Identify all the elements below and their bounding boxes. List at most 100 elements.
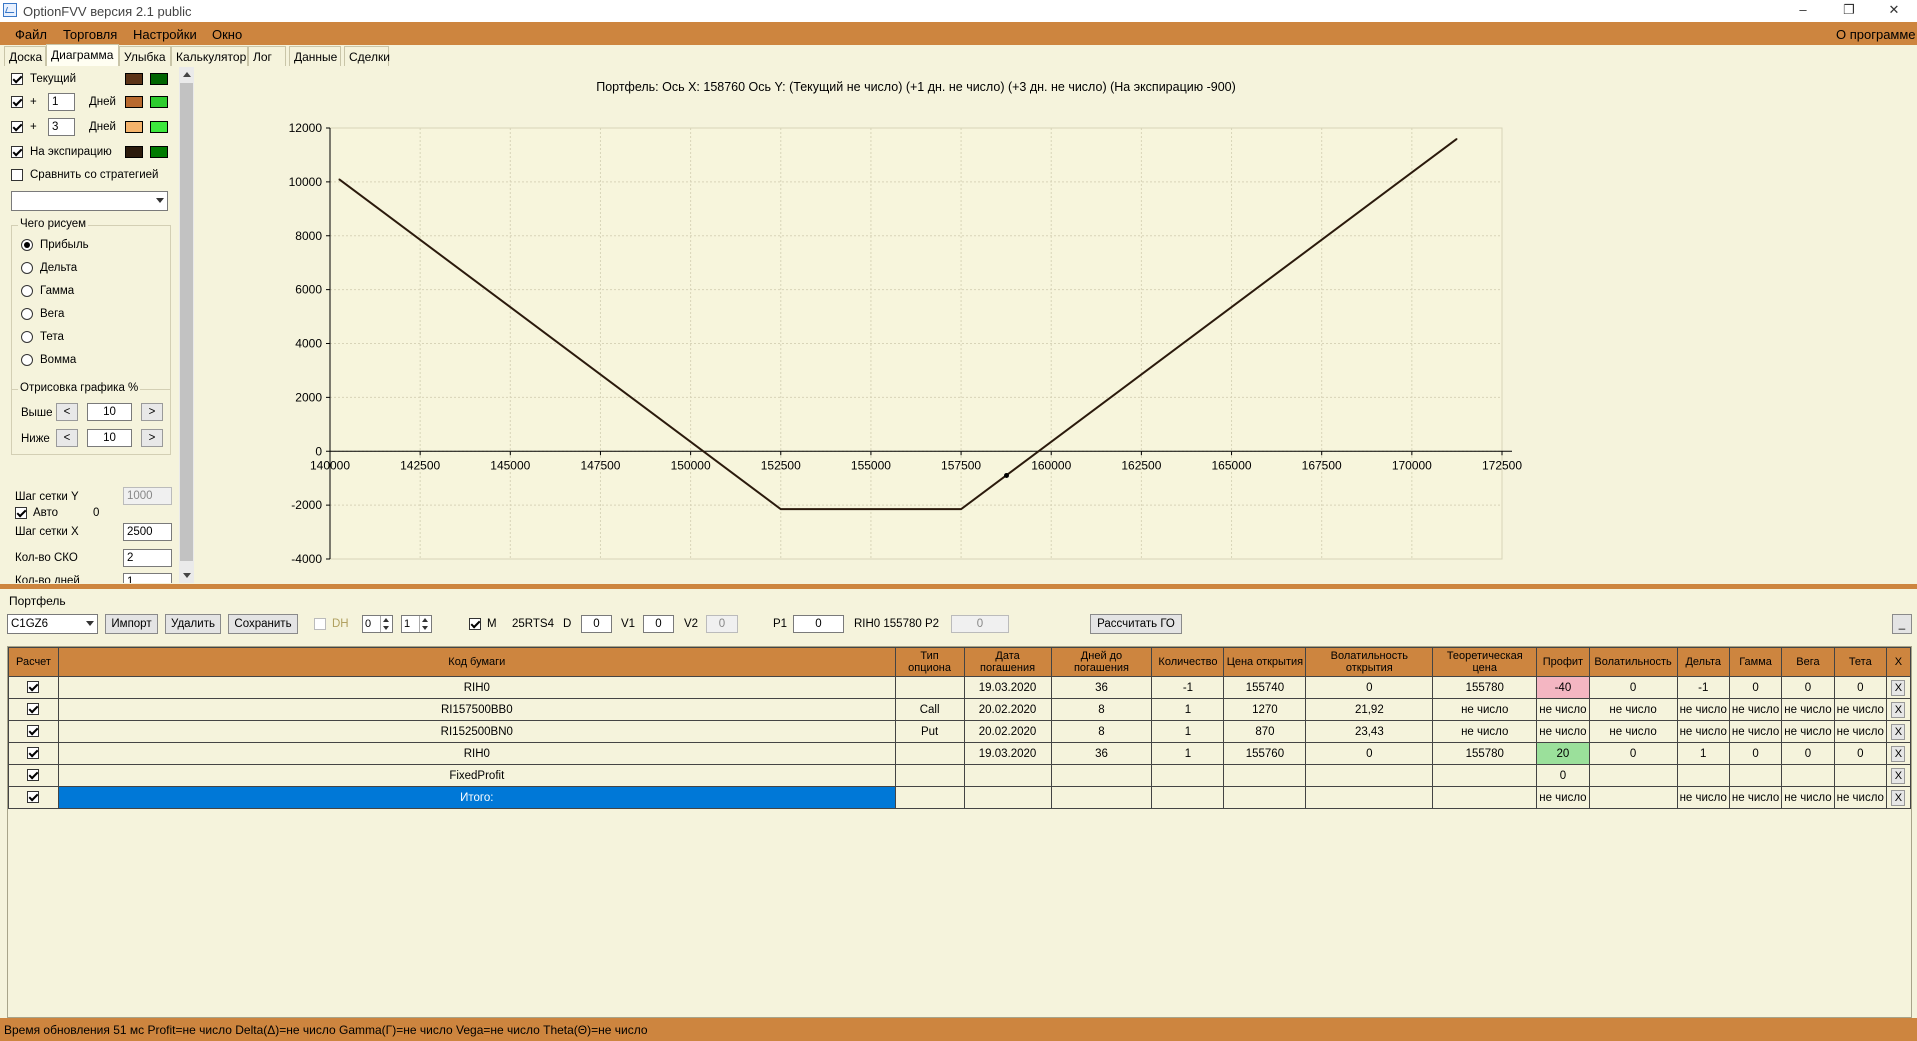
import-button[interactable]: Импорт — [105, 614, 158, 634]
grid-x-input[interactable]: 2500 — [123, 523, 172, 541]
cell-remove[interactable]: X — [1885, 786, 1912, 809]
remove-row-button[interactable]: X — [1891, 679, 1906, 696]
table-row[interactable]: RI152500BN0 Put 20.02.2020 8 1 870 23,43 не чис… — [8, 720, 1912, 743]
delete-button[interactable]: Удалить — [165, 614, 221, 634]
m-checkbox[interactable] — [469, 618, 481, 630]
sko-input[interactable]: 2 — [123, 549, 172, 567]
current-color-2[interactable] — [150, 73, 168, 85]
column-header-calc[interactable]: Расчет — [8, 647, 59, 677]
plus1-checkbox[interactable] — [11, 96, 23, 108]
column-header-volatility[interactable]: Волатильность — [1588, 647, 1678, 677]
calc-checkbox[interactable] — [27, 791, 40, 804]
spin2-input[interactable]: 1 — [401, 615, 432, 633]
current-checkbox[interactable] — [11, 73, 23, 85]
collapse-button[interactable]: _ — [1892, 614, 1912, 634]
column-header-quantity[interactable]: Количество — [1151, 647, 1225, 677]
cell-remove[interactable]: X — [1885, 676, 1912, 699]
plus1-color-2[interactable] — [150, 96, 168, 108]
radio-gamma[interactable] — [21, 285, 33, 297]
above-decrease-button[interactable]: < — [56, 403, 78, 421]
strategy-select[interactable] — [11, 191, 168, 211]
cell-remove[interactable]: X — [1885, 742, 1912, 765]
scroll-up-icon[interactable] — [183, 72, 191, 77]
p1-input[interactable]: 0 — [793, 615, 844, 633]
left-panel-scrollbar[interactable] — [179, 67, 194, 583]
v1-input[interactable]: 0 — [643, 615, 674, 633]
column-header-open-price[interactable]: Цена открытия — [1223, 647, 1307, 677]
cell-calc[interactable] — [8, 742, 59, 765]
column-header-vega[interactable]: Вега — [1781, 647, 1835, 677]
column-header-remove[interactable]: X — [1885, 647, 1912, 677]
cell-remove[interactable]: X — [1885, 720, 1912, 743]
above-input[interactable]: 10 — [87, 403, 132, 421]
expiry-color-2[interactable] — [150, 146, 168, 158]
tab-calculator[interactable]: Калькулятор — [171, 46, 248, 66]
cell-calc[interactable] — [8, 698, 59, 721]
table-row[interactable]: RIH0 19.03.2020 36 -1 155740 0 155780 -40 0 -1 0 0 0… — [8, 676, 1912, 699]
column-header-days-to-expiry[interactable]: Дней до погашения — [1050, 647, 1153, 677]
table-row[interactable]: RIH0 19.03.2020 36 1 155760 0 155780 20 0 1 0 0 0 X — [8, 742, 1912, 765]
spin2-updown[interactable] — [419, 616, 431, 632]
tab-board[interactable]: Доска — [4, 46, 46, 66]
menu-window[interactable]: Окно — [212, 27, 242, 42]
splitter[interactable] — [0, 584, 1917, 589]
payoff-chart[interactable]: 140000 142500 145000 147500 150000 152500 1550… — [196, 67, 1917, 583]
minimize-button[interactable]: – — [1780, 0, 1826, 22]
menu-trading[interactable]: Торговля — [63, 27, 117, 42]
cell-remove[interactable]: X — [1885, 764, 1912, 787]
spin1-input[interactable]: 0 — [362, 615, 393, 633]
plus1-color-1[interactable] — [125, 96, 143, 108]
column-header-delta[interactable]: Дельта — [1676, 647, 1730, 677]
calc-checkbox[interactable] — [27, 747, 40, 760]
tab-deals[interactable]: Сделки — [344, 46, 390, 66]
days-count-input[interactable]: 1 — [123, 573, 172, 583]
tab-log[interactable]: Лог — [248, 46, 286, 66]
save-button[interactable]: Сохранить — [228, 614, 298, 634]
grid-y-input[interactable]: 1000 — [123, 487, 172, 505]
d-input[interactable]: 0 — [581, 615, 612, 633]
remove-row-button[interactable]: X — [1891, 767, 1906, 784]
table-row[interactable]: RI157500BB0 Call 20.02.2020 8 1 1270 21,92 не ч… — [8, 698, 1912, 721]
expiry-color-1[interactable] — [125, 146, 143, 158]
column-header-gamma[interactable]: Гамма — [1728, 647, 1783, 677]
table-row[interactable]: FixedProfit 0 X — [8, 764, 1912, 787]
menu-file[interactable]: Файл — [15, 27, 47, 42]
remove-row-button[interactable]: X — [1891, 745, 1906, 762]
plus3-color-2[interactable] — [150, 121, 168, 133]
remove-row-button[interactable]: X — [1891, 701, 1906, 718]
cell-calc[interactable] — [8, 720, 59, 743]
dh-checkbox[interactable] — [314, 618, 326, 630]
spin1-updown[interactable] — [380, 616, 392, 632]
calc-margin-button[interactable]: Рассчитать ГО — [1090, 614, 1182, 634]
close-button[interactable]: ✕ — [1871, 0, 1917, 22]
menu-settings[interactable]: Настройки — [133, 27, 197, 42]
column-header-theta[interactable]: Тета — [1833, 647, 1887, 677]
p2-input[interactable]: 0 — [951, 615, 1009, 633]
menu-about[interactable]: О программе — [1836, 27, 1916, 42]
plus3-checkbox[interactable] — [11, 121, 23, 133]
scroll-thumb[interactable] — [180, 83, 193, 561]
column-header-open-volatility[interactable]: Волатильность открытия — [1305, 647, 1434, 677]
compare-checkbox[interactable] — [11, 169, 23, 181]
plus1-days-input[interactable]: 1 — [48, 93, 75, 111]
auto-checkbox[interactable] — [15, 507, 27, 519]
radio-delta[interactable] — [21, 262, 33, 274]
remove-row-button[interactable]: X — [1891, 789, 1906, 806]
below-increase-button[interactable]: > — [141, 429, 163, 447]
calc-checkbox[interactable] — [27, 703, 40, 716]
plus3-days-input[interactable]: 3 — [48, 118, 75, 136]
column-header-profit[interactable]: Профит — [1536, 647, 1590, 677]
restore-button[interactable]: ❐ — [1826, 0, 1872, 22]
below-decrease-button[interactable]: < — [56, 429, 78, 447]
tab-data[interactable]: Данные — [289, 46, 341, 66]
column-header-theoretical-price[interactable]: Теоретическая цена — [1432, 647, 1538, 677]
radio-profit[interactable] — [21, 239, 33, 251]
calc-checkbox[interactable] — [27, 769, 40, 782]
calc-checkbox[interactable] — [27, 725, 40, 738]
cell-calc[interactable] — [8, 676, 59, 699]
column-header-option-type[interactable]: Тип опциона — [894, 647, 965, 677]
cell-calc[interactable] — [8, 786, 59, 809]
radio-theta[interactable] — [21, 331, 33, 343]
current-color-1[interactable] — [125, 73, 143, 85]
below-input[interactable]: 10 — [87, 429, 132, 447]
